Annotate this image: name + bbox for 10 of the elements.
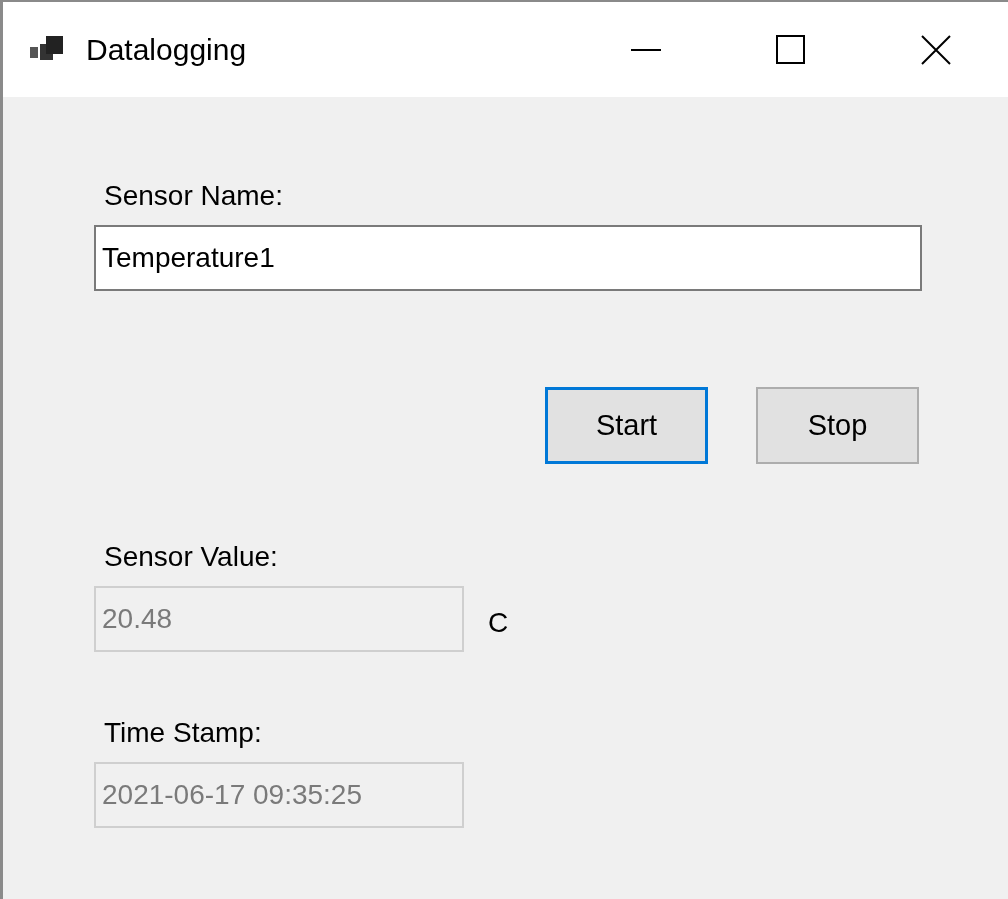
- field-label: Time Stamp:: [104, 716, 262, 750]
- window-title: Datalogging: [86, 32, 248, 68]
- close-icon: [920, 34, 951, 65]
- field-label: Sensor Value:: [104, 540, 278, 574]
- maximize-icon: [776, 35, 805, 64]
- button[interactable]: Stop: [756, 387, 919, 464]
- unit-label: C: [488, 606, 509, 640]
- focused-button[interactable]: Start: [545, 387, 708, 464]
- sensor-name-field[interactable]: Temperature1: [94, 225, 922, 291]
- field-label: Sensor Name:: [104, 179, 283, 213]
